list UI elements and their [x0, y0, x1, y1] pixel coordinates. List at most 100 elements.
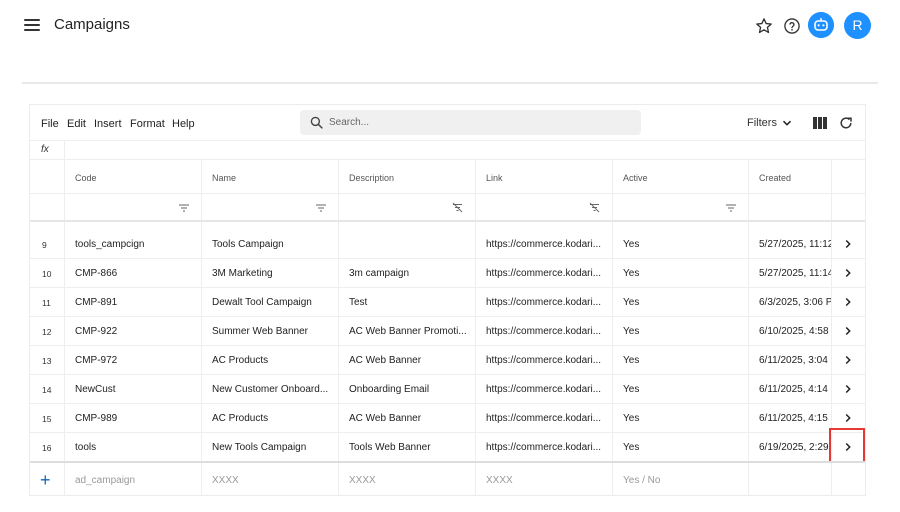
cell-active[interactable]: Yes	[623, 442, 743, 453]
column-header-link[interactable]: Link	[486, 173, 503, 183]
menu-icon[interactable]	[24, 19, 40, 33]
filter-icon[interactable]	[179, 204, 189, 212]
cell-created[interactable]: 6/11/2025, 4:14	[759, 384, 831, 395]
filter-icon[interactable]	[726, 204, 736, 212]
help-icon[interactable]	[782, 16, 802, 36]
cell-code[interactable]: CMP-866	[75, 268, 197, 279]
column-header-code[interactable]: Code	[75, 173, 97, 183]
cell-description[interactable]: Test	[349, 297, 471, 308]
cell-code[interactable]: CMP-972	[75, 355, 197, 366]
chevron-right-icon[interactable]	[843, 413, 853, 423]
table-row[interactable]: 14 NewCust New Customer Onboard... Onboa…	[30, 375, 865, 404]
cell-active[interactable]: Yes	[623, 384, 743, 395]
star-icon[interactable]	[754, 16, 774, 36]
chevron-right-icon[interactable]	[843, 297, 853, 307]
cell-active[interactable]: Yes	[623, 355, 743, 366]
row-number: 12	[42, 327, 52, 337]
cell-created[interactable]: 6/19/2025, 2:29	[759, 442, 831, 453]
cell-name[interactable]: Dewalt Tool Campaign	[212, 297, 334, 308]
chevron-right-icon[interactable]	[843, 239, 853, 249]
cell-code[interactable]: CMP-922	[75, 326, 197, 337]
cell-code[interactable]: NewCust	[75, 384, 197, 395]
cell-created[interactable]: 6/10/2025, 4:58	[759, 326, 831, 337]
filter-off-icon[interactable]	[452, 202, 463, 213]
column-header-description[interactable]: Description	[349, 173, 394, 183]
menu-file[interactable]: File	[41, 118, 59, 130]
row-number: 15	[42, 414, 52, 424]
search-box	[300, 110, 641, 135]
cell-code[interactable]: tools	[75, 442, 197, 453]
cell-description[interactable]: 3m campaign	[349, 268, 471, 279]
filters-button[interactable]: Filters	[747, 117, 777, 129]
filter-off-icon[interactable]	[589, 202, 600, 213]
column-header-created[interactable]: Created	[759, 173, 791, 183]
table-row[interactable]: 12 CMP-922 Summer Web Banner AC Web Bann…	[30, 317, 865, 346]
row-number: 11	[42, 298, 51, 308]
cell-link[interactable]: https://commerce.kodari...	[486, 268, 608, 279]
cell-link[interactable]: https://commerce.kodari...	[486, 297, 608, 308]
cell-name[interactable]: Summer Web Banner	[212, 326, 334, 337]
cell-created[interactable]: 5/27/2025, 11:12	[759, 239, 831, 250]
cell-created[interactable]: 6/3/2025, 3:06 P	[759, 297, 831, 308]
cell-description[interactable]: Onboarding Email	[349, 384, 471, 395]
cell-code[interactable]: CMP-891	[75, 297, 197, 308]
assistant-bot-icon[interactable]	[808, 12, 834, 38]
table-row[interactable]: 15 CMP-989 AC Products AC Web Banner htt…	[30, 404, 865, 433]
filter-row	[30, 194, 865, 222]
new-code-placeholder[interactable]: ad_campaign	[75, 475, 135, 486]
cell-active[interactable]: Yes	[623, 239, 743, 250]
add-row-button[interactable]: +	[40, 471, 51, 489]
table-row[interactable]: 9 tools_campcign Tools Campaign https://…	[30, 230, 865, 259]
cell-active[interactable]: Yes	[623, 326, 743, 337]
chevron-down-icon[interactable]	[782, 118, 792, 128]
cell-created[interactable]: 6/11/2025, 4:15	[759, 413, 831, 424]
cell-created[interactable]: 5/27/2025, 11:14	[759, 268, 831, 279]
columns-icon[interactable]	[813, 117, 827, 129]
chevron-right-icon[interactable]	[843, 355, 853, 365]
filter-icon[interactable]	[316, 204, 326, 212]
new-active-placeholder[interactable]: Yes / No	[623, 475, 660, 486]
cell-code[interactable]: CMP-989	[75, 413, 197, 424]
cell-description[interactable]: Tools Web Banner	[349, 442, 471, 453]
chevron-right-icon[interactable]	[843, 384, 853, 394]
cell-name[interactable]: New Customer Onboard...	[212, 384, 334, 395]
menu-insert[interactable]: Insert	[94, 118, 122, 130]
table-row[interactable]: 10 CMP-866 3M Marketing 3m campaign http…	[30, 259, 865, 288]
cell-description[interactable]: AC Web Banner	[349, 355, 471, 366]
table-row[interactable]: 13 CMP-972 AC Products AC Web Banner htt…	[30, 346, 865, 375]
cell-link[interactable]: https://commerce.kodari...	[486, 442, 608, 453]
cell-code[interactable]: tools_campcign	[75, 239, 197, 250]
cell-name[interactable]: 3M Marketing	[212, 268, 334, 279]
cell-active[interactable]: Yes	[623, 413, 743, 424]
header-divider	[22, 82, 878, 84]
cell-name[interactable]: AC Products	[212, 413, 334, 424]
chevron-right-icon[interactable]	[843, 326, 853, 336]
cell-created[interactable]: 6/11/2025, 3:04	[759, 355, 831, 366]
new-name-placeholder[interactable]: XXXX	[212, 475, 239, 486]
cell-description[interactable]: AC Web Banner	[349, 413, 471, 424]
menu-format[interactable]: Format	[130, 118, 165, 130]
new-description-placeholder[interactable]: XXXX	[349, 475, 376, 486]
column-header-active[interactable]: Active	[623, 173, 648, 183]
cell-active[interactable]: Yes	[623, 297, 743, 308]
cell-name[interactable]: Tools Campaign	[212, 239, 334, 250]
table-row[interactable]: 16 tools New Tools Campaign Tools Web Ba…	[30, 433, 865, 462]
cell-link[interactable]: https://commerce.kodari...	[486, 384, 608, 395]
table-row[interactable]: 11 CMP-891 Dewalt Tool Campaign Test htt…	[30, 288, 865, 317]
cell-link[interactable]: https://commerce.kodari...	[486, 355, 608, 366]
cell-link[interactable]: https://commerce.kodari...	[486, 326, 608, 337]
cell-name[interactable]: AC Products	[212, 355, 334, 366]
menu-edit[interactable]: Edit	[67, 118, 86, 130]
cell-link[interactable]: https://commerce.kodari...	[486, 413, 608, 424]
chevron-right-icon[interactable]	[843, 268, 853, 278]
cell-link[interactable]: https://commerce.kodari...	[486, 239, 608, 250]
menu-help[interactable]: Help	[172, 118, 195, 130]
new-link-placeholder[interactable]: XXXX	[486, 475, 513, 486]
cell-active[interactable]: Yes	[623, 268, 743, 279]
column-header-name[interactable]: Name	[212, 173, 236, 183]
search-input[interactable]	[329, 113, 629, 132]
cell-name[interactable]: New Tools Campaign	[212, 442, 334, 453]
avatar[interactable]: R	[844, 12, 871, 39]
cell-description[interactable]: AC Web Banner Promoti...	[349, 326, 471, 337]
refresh-icon[interactable]	[839, 116, 853, 130]
